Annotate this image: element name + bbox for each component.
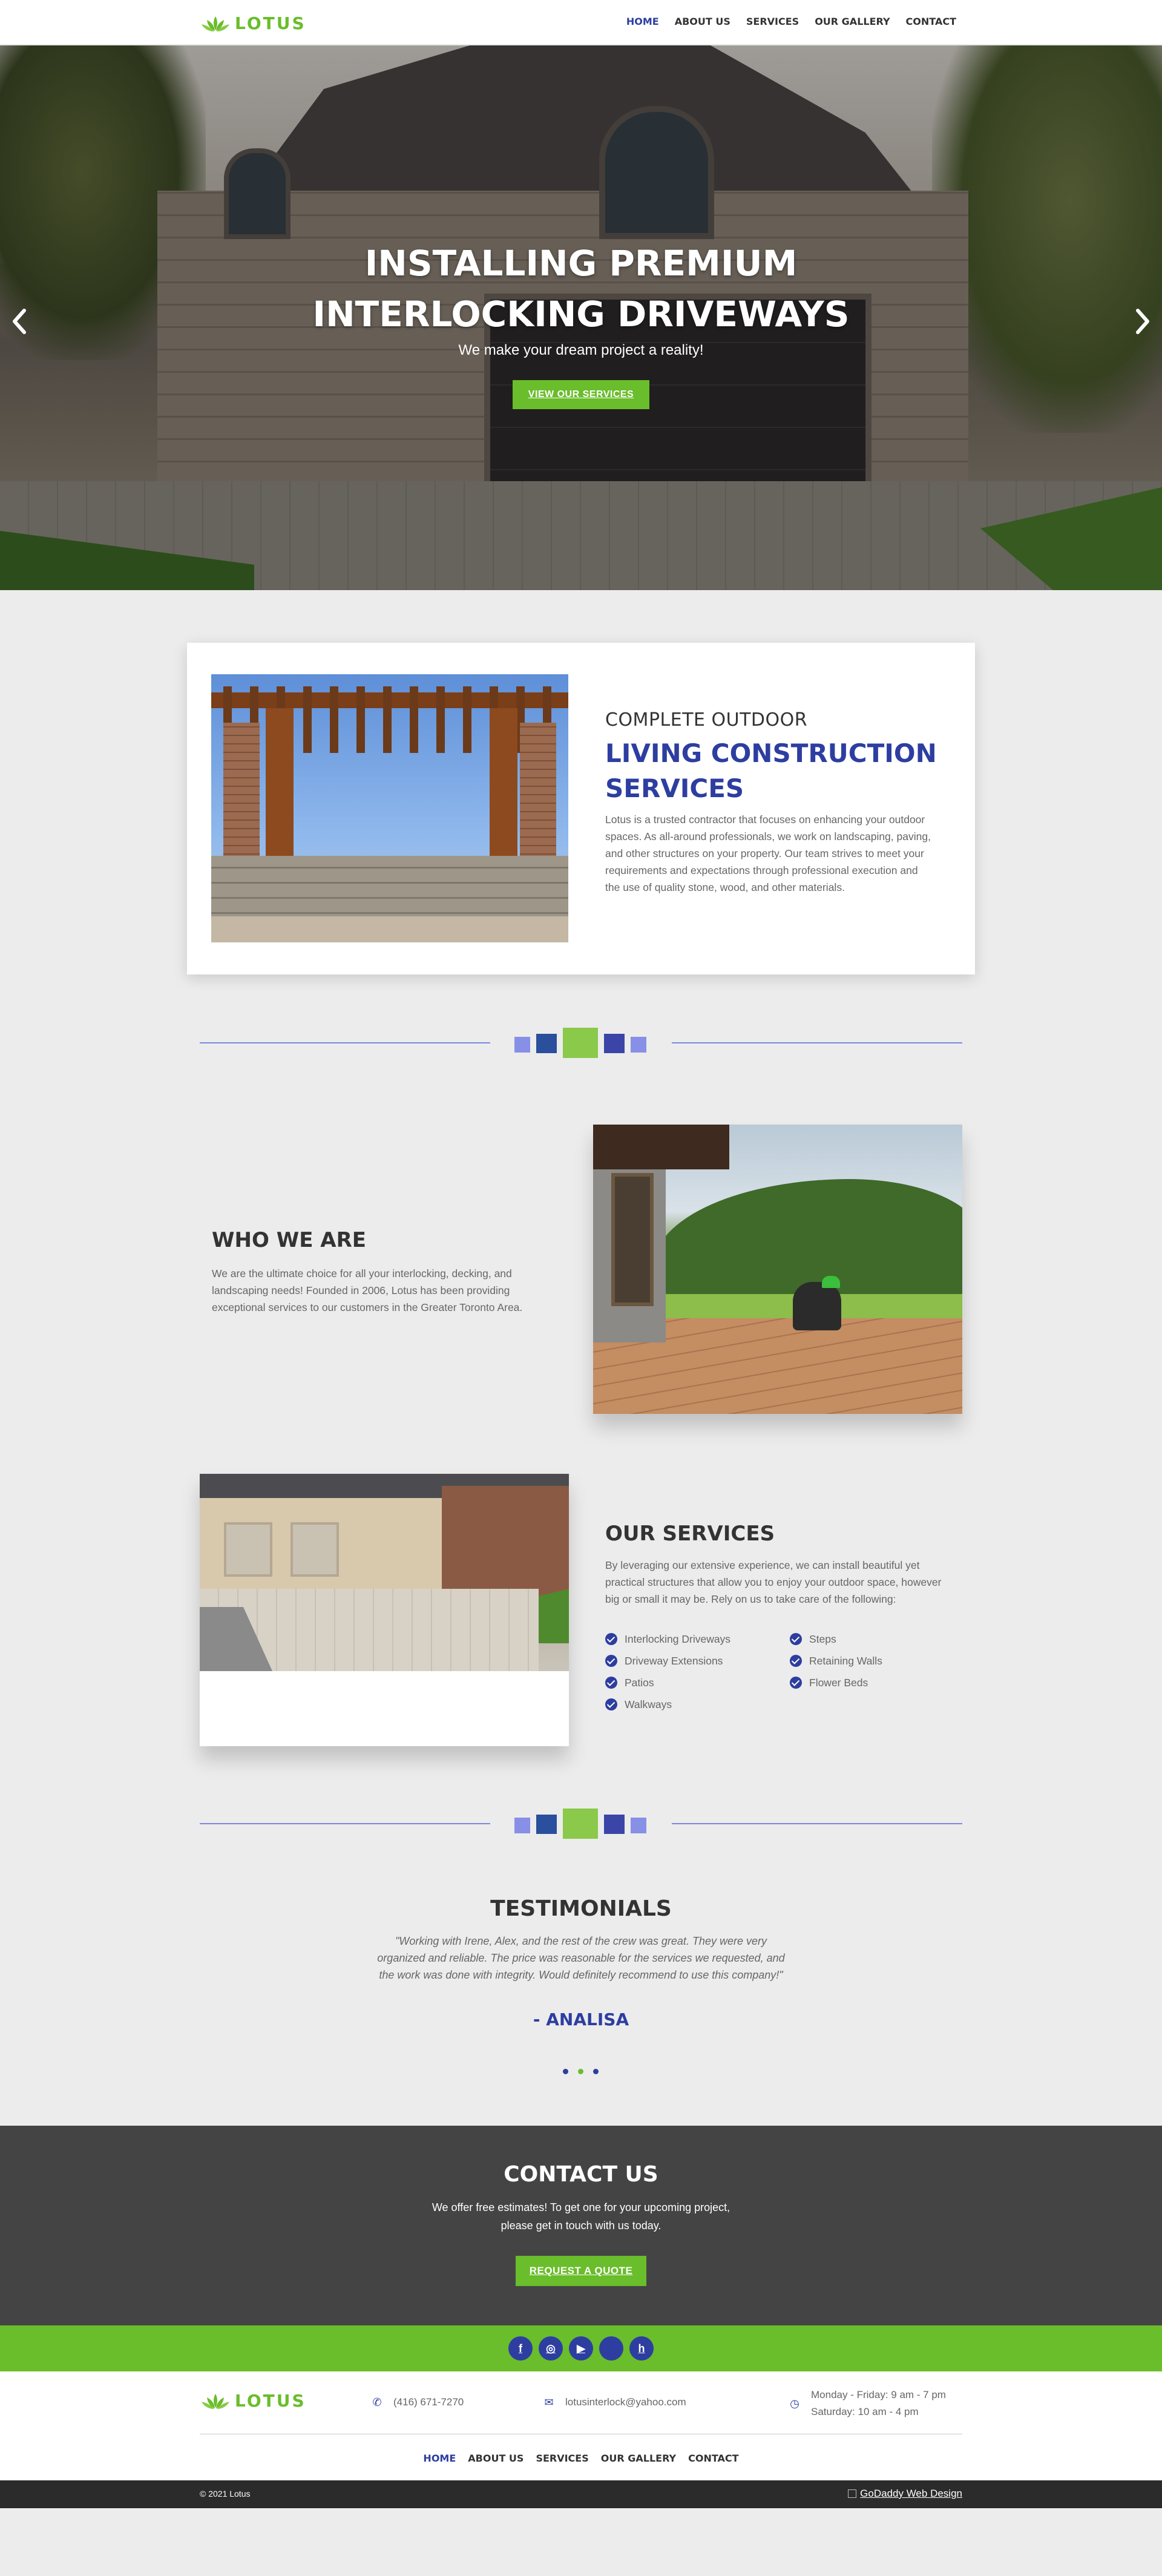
who-title: WHO WE ARE [212, 1228, 366, 1252]
nav-home[interactable]: HOME [626, 16, 659, 27]
services-text: By leveraging our extensive experience, … [605, 1559, 942, 1605]
slider-next-button[interactable] [1132, 303, 1154, 340]
site-header: LOTUS HOME ABOUT US SERVICES OUR GALLERY… [0, 0, 1162, 45]
logo-text: LOTUS [235, 13, 306, 33]
pagination-dot[interactable] [563, 2069, 568, 2074]
copyright-bar: © 2021 Lotus GoDaddy Web Design [0, 2480, 1162, 2508]
nav-our-gallery[interactable]: OUR GALLERY [815, 16, 890, 27]
list-item: Retaining Walls [790, 1653, 941, 1669]
check-circle-icon [790, 1677, 802, 1689]
intro-text: Lotus is a trusted contractor that focus… [605, 813, 931, 893]
houzz-icon[interactable]: h [629, 2336, 654, 2361]
chevron-left-icon [13, 309, 26, 334]
list-item: Walkways [605, 1697, 790, 1712]
copyright-text: © 2021 Lotus [200, 2489, 251, 2499]
intro-eyebrow: COMPLETE OUTDOOR [605, 709, 808, 731]
slider-prev-button[interactable] [8, 303, 30, 340]
pergola-photo [211, 674, 568, 942]
footer-phone[interactable]: ✆ (416) 671-7270 [370, 2396, 464, 2409]
footer-nav-contact[interactable]: CONTACT [688, 2453, 738, 2464]
testimonials-title: TESTIMONIALS [490, 1896, 672, 1921]
check-circle-icon [605, 1698, 617, 1710]
footer-hours: ◷ Monday - Friday: 9 am - 7 pm Saturday:… [788, 2387, 946, 2420]
driveway-photo [200, 1474, 569, 1671]
footer-logo[interactable]: LOTUS [200, 2391, 306, 2411]
who-text: We are the ultimate choice for all your … [212, 1267, 523, 1313]
social-bar: f ◎ ▶ h [0, 2325, 1162, 2371]
check-circle-icon [790, 1655, 802, 1667]
main-nav: HOME ABOUT US SERVICES OUR GALLERY CONTA… [626, 16, 956, 27]
footer-nav-home[interactable]: HOME [423, 2453, 456, 2464]
list-item: Driveway Extensions [605, 1653, 790, 1669]
check-circle-icon [605, 1633, 617, 1645]
contact-text: We offer free estimates! To get one for … [432, 2201, 730, 2232]
testimonial-pagination [563, 2069, 599, 2074]
pagination-dot-active[interactable] [578, 2069, 583, 2074]
list-item: Interlocking Driveways [605, 1631, 790, 1647]
check-circle-icon [790, 1633, 802, 1645]
intro-title: LIVING CONSTRUCTION SERVICES [605, 738, 937, 803]
list-item: Patios [605, 1675, 790, 1690]
testimonial-author: - ANALISA [533, 2009, 629, 2029]
broken-image-icon [848, 2489, 857, 2498]
list-item: Steps [790, 1631, 941, 1647]
list-item: Flower Beds [790, 1675, 941, 1690]
services-photo-frame [200, 1474, 569, 1746]
pagination-dot[interactable] [593, 2069, 599, 2074]
request-quote-button[interactable]: REQUEST A QUOTE [516, 2256, 646, 2286]
site-logo[interactable]: LOTUS [200, 13, 306, 33]
hero-title: INSTALLING PREMIUM INTERLOCKING DRIVEWAY… [0, 238, 1162, 340]
footer-nav-about-us[interactable]: ABOUT US [468, 2453, 524, 2464]
lotus-logo-icon [202, 2393, 229, 2409]
contact-section: CONTACT US We offer free estimates! To g… [0, 2126, 1162, 2325]
footer-email[interactable]: ✉ lotusinterlock@yahoo.com [542, 2396, 686, 2409]
view-services-button[interactable]: VIEW OUR SERVICES [513, 380, 649, 409]
testimonial-quote: "Working with Irene, Alex, and the rest … [377, 1935, 785, 1981]
contact-title: CONTACT US [504, 2162, 658, 2187]
site-footer: LOTUS ✆ (416) 671-7270 ✉ lotusinterlock@… [0, 2371, 1162, 2480]
deck-builder-photo [593, 1125, 962, 1414]
hero-title-line1: INSTALLING PREMIUM [364, 243, 798, 284]
hero-title-line2: INTERLOCKING DRIVEWAYS [312, 294, 850, 335]
section-divider [200, 1028, 962, 1058]
hero-slider: INSTALLING PREMIUM INTERLOCKING DRIVEWAY… [0, 45, 1162, 590]
intro-card: COMPLETE OUTDOOR LIVING CONSTRUCTION SER… [187, 643, 975, 974]
clock-icon: ◷ [790, 2397, 799, 2410]
nav-services[interactable]: SERVICES [746, 16, 799, 27]
logo-text: LOTUS [235, 2391, 306, 2411]
section-divider [200, 1809, 962, 1839]
nav-about-us[interactable]: ABOUT US [675, 16, 730, 27]
instagram-icon[interactable]: ◎ [539, 2336, 563, 2361]
hero-subtitle: We make your dream project a reality! [458, 342, 704, 358]
footer-nav: HOME ABOUT US SERVICES OUR GALLERY CONTA… [0, 2453, 1162, 2464]
envelope-icon: ✉ [544, 2396, 554, 2408]
check-circle-icon [605, 1655, 617, 1667]
lotus-logo-icon [202, 16, 229, 31]
check-circle-icon [605, 1677, 617, 1689]
footer-nav-our-gallery[interactable]: OUR GALLERY [601, 2453, 676, 2464]
phone-icon: ✆ [372, 2396, 382, 2408]
footer-nav-services[interactable]: SERVICES [536, 2453, 588, 2464]
services-list: Interlocking Driveways Steps Driveway Ex… [605, 1631, 944, 1712]
social-icon[interactable] [599, 2336, 623, 2361]
chevron-right-icon [1136, 309, 1149, 334]
godaddy-credit-link[interactable]: GoDaddy Web Design [848, 2488, 962, 2500]
services-title: OUR SERVICES [605, 1522, 775, 1546]
youtube-icon[interactable]: ▶ [569, 2336, 593, 2361]
facebook-icon[interactable]: f [508, 2336, 533, 2361]
nav-contact[interactable]: CONTACT [906, 16, 956, 27]
